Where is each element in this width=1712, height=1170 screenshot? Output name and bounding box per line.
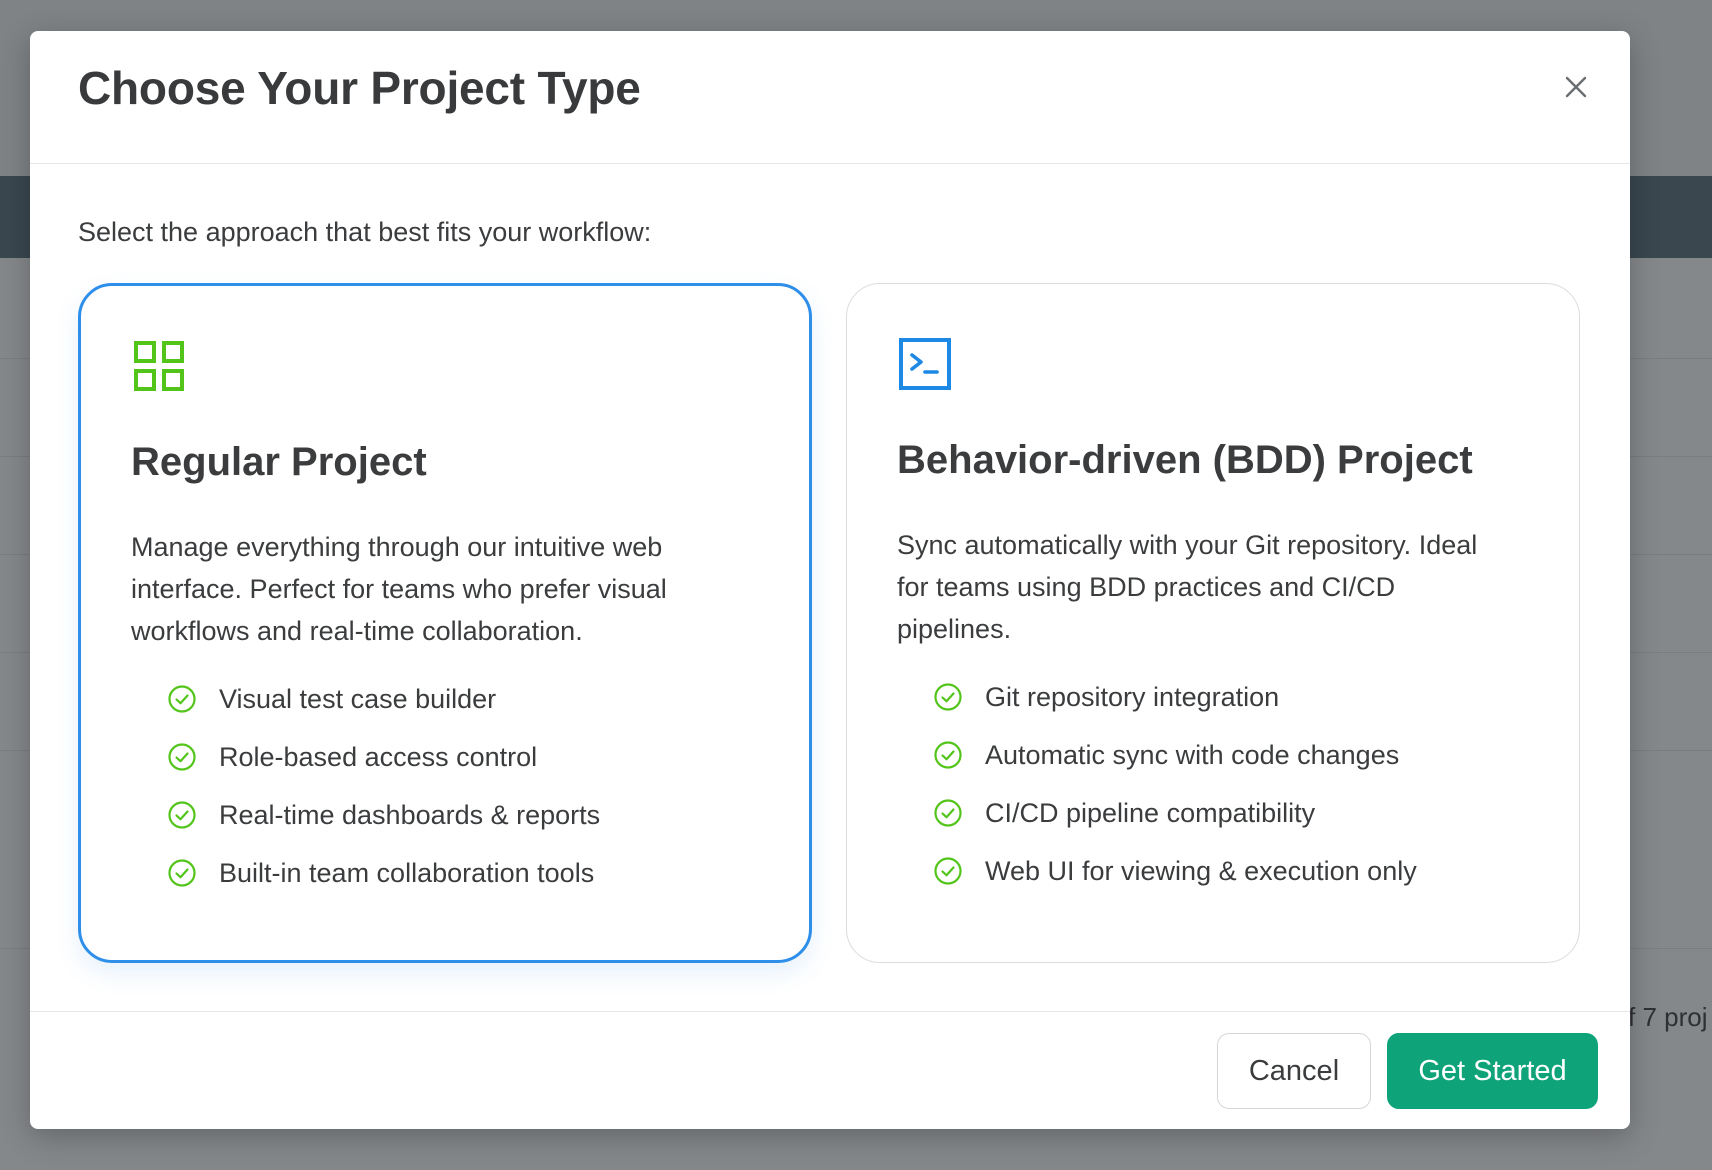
feature-item: CI/CD pipeline compatibility xyxy=(933,784,1417,842)
close-button[interactable] xyxy=(1560,71,1592,103)
card-title: Regular Project xyxy=(131,440,427,484)
feature-item: Visual test case builder xyxy=(167,670,600,728)
check-circle-icon xyxy=(168,801,196,829)
feature-item: Real-time dashboards & reports xyxy=(167,786,600,844)
card-title: Behavior-driven (BDD) Project xyxy=(897,438,1473,482)
check-circle-icon xyxy=(168,685,196,713)
project-option-regular[interactable]: Regular Project Manage everything throug… xyxy=(78,283,812,963)
card-description: Manage everything through our intuitive … xyxy=(131,532,667,646)
feature-item: Web UI for viewing & execution only xyxy=(933,842,1417,900)
modal-subtitle: Select the approach that best fits your … xyxy=(78,217,652,247)
check-circle-icon xyxy=(934,857,962,885)
feature-item: Built-in team collaboration tools xyxy=(167,844,600,902)
feature-label: Real-time dashboards & reports xyxy=(219,799,601,830)
feature-label: Automatic sync with code changes xyxy=(985,739,1400,770)
project-option-bdd[interactable]: Behavior-driven (BDD) Project Sync autom… xyxy=(846,283,1580,963)
feature-item: Automatic sync with code changes xyxy=(933,726,1417,784)
feature-label: CI/CD pipeline compatibility xyxy=(985,797,1316,828)
feature-list: Git repository integration Automatic syn… xyxy=(933,668,1417,900)
feature-list: Visual test case builder Role-based acce… xyxy=(167,670,600,902)
cancel-button[interactable]: Cancel xyxy=(1217,1033,1371,1109)
feature-item: Role-based access control xyxy=(167,728,600,786)
close-icon xyxy=(1565,76,1587,98)
check-circle-icon xyxy=(934,683,962,711)
check-circle-icon xyxy=(934,741,962,769)
feature-label: Web UI for viewing & execution only xyxy=(985,855,1417,886)
feature-label: Built-in team collaboration tools xyxy=(219,857,595,888)
modal-title: Choose Your Project Type xyxy=(78,62,641,114)
feature-item: Git repository integration xyxy=(933,668,1417,726)
background-pagination-text: f 7 proj xyxy=(1628,1002,1708,1032)
grid-icon xyxy=(134,341,184,391)
check-circle-icon xyxy=(168,859,196,887)
project-type-modal: Choose Your Project Type Select the appr… xyxy=(30,31,1630,1129)
feature-label: Git repository integration xyxy=(985,681,1280,712)
check-circle-icon xyxy=(934,799,962,827)
get-started-button[interactable]: Get Started xyxy=(1387,1033,1598,1109)
card-description: Sync automatically with your Git reposit… xyxy=(897,530,1478,644)
modal-header: Choose Your Project Type xyxy=(30,31,1630,164)
feature-label: Visual test case builder xyxy=(219,683,497,714)
feature-label: Role-based access control xyxy=(219,741,538,772)
terminal-icon xyxy=(899,338,951,390)
check-circle-icon xyxy=(168,743,196,771)
